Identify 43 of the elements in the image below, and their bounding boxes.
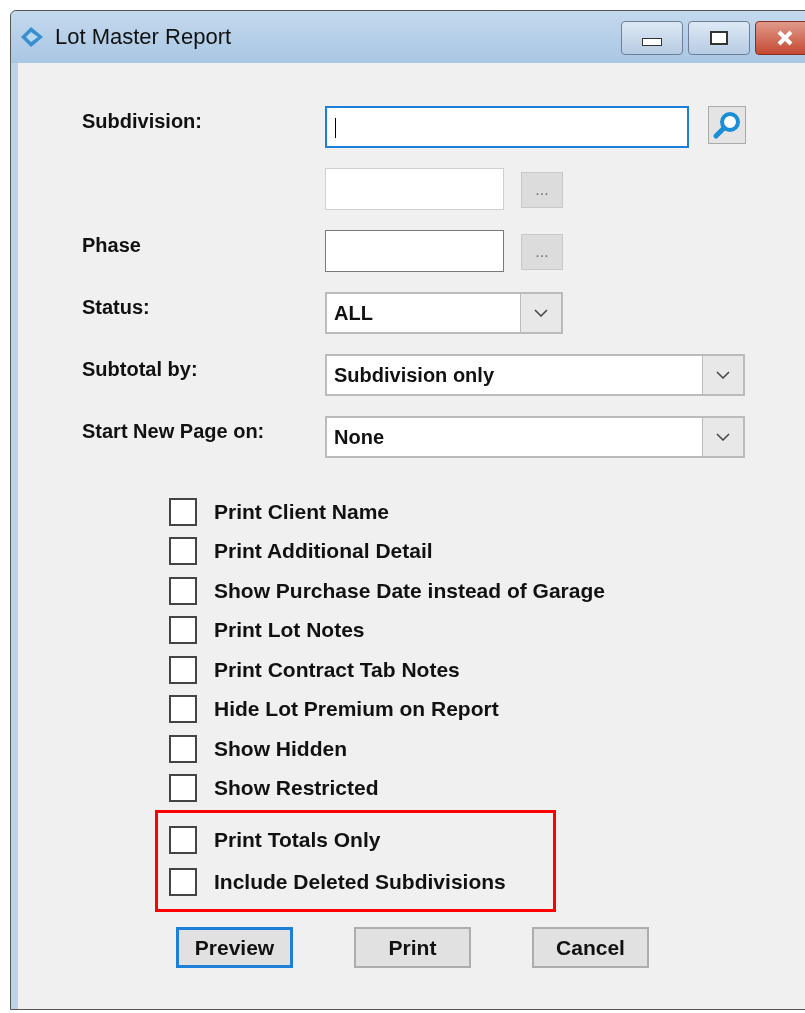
checkbox[interactable]	[169, 695, 197, 724]
chevron-icon	[716, 371, 730, 379]
checkbox-label: Print Lot Notes	[214, 618, 365, 643]
checkbox-label: Print Totals Only	[214, 828, 381, 852]
window-title: Lot Master Report	[55, 24, 232, 50]
minimize-button[interactable]	[621, 21, 683, 55]
checkbox[interactable]	[169, 774, 197, 803]
checkbox[interactable]	[169, 497, 197, 526]
checkbox-label: Print Additional Detail	[214, 539, 433, 564]
search-icon	[712, 110, 742, 140]
field-label: Subdivision:	[82, 109, 203, 133]
checkbox-label: Show Restricted	[214, 776, 379, 801]
field-label: Start New Page on:	[82, 419, 266, 443]
checkbox-label: Print Contract Tab Notes	[214, 657, 460, 682]
maximize-button[interactable]	[688, 21, 750, 55]
chevron-icon	[534, 309, 548, 317]
dialog-button[interactable]: Cancel	[532, 927, 649, 968]
checkbox[interactable]	[169, 576, 197, 605]
chevron-icon	[716, 433, 730, 441]
checkbox-label: Show Hidden	[214, 736, 347, 761]
checkbox-label: Hide Lot Premium on Report	[214, 697, 499, 722]
dropdown[interactable]: ALL	[325, 292, 563, 334]
app-icon	[19, 25, 45, 49]
search-button[interactable]	[708, 106, 746, 144]
field-label: Subtotal by:	[82, 357, 199, 381]
checkbox[interactable]	[169, 734, 197, 763]
checkbox[interactable]	[169, 616, 197, 645]
checkbox[interactable]	[169, 868, 197, 896]
dropdown[interactable]: Subdivision only	[325, 354, 745, 396]
dialog-button[interactable]: Print	[354, 927, 471, 968]
field-label: Status:	[82, 295, 151, 319]
checkbox[interactable]	[169, 537, 197, 566]
checkbox[interactable]	[169, 655, 197, 684]
checkbox-label: Include Deleted Subdivisions	[214, 870, 506, 894]
close-button[interactable]	[755, 21, 805, 55]
dialog-button[interactable]: Preview	[176, 927, 293, 968]
checkbox-label: Print Client Name	[214, 499, 390, 524]
text-field[interactable]	[325, 230, 504, 272]
text-field[interactable]	[325, 106, 689, 148]
dropdown[interactable]: None	[325, 416, 745, 458]
checkbox-label: Show Purchase Date instead of Garage	[214, 578, 605, 603]
field-label: Phase	[82, 233, 142, 257]
checkbox[interactable]	[169, 826, 197, 854]
